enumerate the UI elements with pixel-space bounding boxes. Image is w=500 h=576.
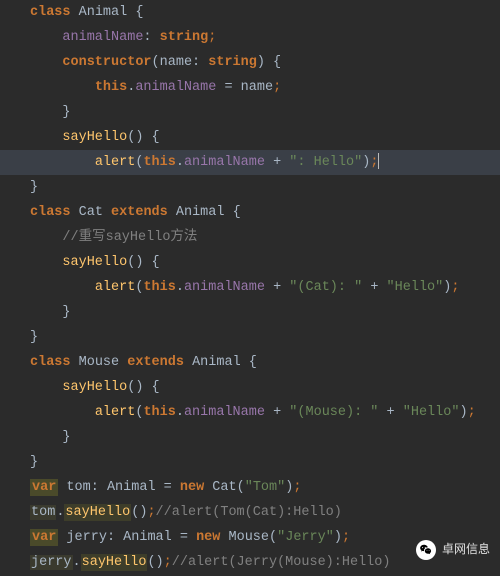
code-line: constructor(name: string) { (30, 50, 500, 75)
code-line: } (30, 100, 500, 125)
watermark-label: 卓网信息 (442, 537, 490, 562)
code-line-highlighted: alert(this.animalName + ": Hello"); (0, 150, 500, 175)
code-line: sayHello() { (30, 250, 500, 275)
class-name: Animal (79, 5, 128, 20)
code-line: animalName: string; (30, 25, 500, 50)
code-line: } (30, 175, 500, 200)
keyword-class: class (30, 5, 71, 20)
keyword-constructor: constructor (62, 55, 151, 70)
code-line: alert(this.animalName + "(Cat): " + "Hel… (30, 275, 500, 300)
keyword-this: this (95, 80, 127, 95)
code-line: sayHello() { (30, 125, 500, 150)
comment: //alert(Tom(Cat):Hello) (156, 505, 342, 520)
wechat-icon (416, 540, 436, 560)
code-line: } (30, 450, 500, 475)
code-line: class Cat extends Animal { (30, 200, 500, 225)
code-line: } (30, 425, 500, 450)
code-line: alert(this.animalName + "(Mouse): " + "H… (30, 400, 500, 425)
property: animalName (62, 30, 143, 45)
keyword-new: new (180, 480, 204, 495)
watermark: 卓网信息 (416, 537, 490, 562)
code-line: sayHello() { (30, 375, 500, 400)
code-line: class Animal { (30, 0, 500, 25)
fn-alert: alert (95, 155, 136, 170)
code-block: class Animal { animalName: string; const… (0, 0, 500, 575)
code-line: } (30, 325, 500, 350)
comment: //重写sayHello方法 (62, 230, 197, 245)
method-name: sayHello (62, 130, 127, 145)
type-string: string (160, 30, 209, 45)
code-line: var tom: Animal = new Cat("Tom"); (30, 475, 500, 500)
keyword-extends: extends (111, 205, 168, 220)
code-line: tom.sayHello();//alert(Tom(Cat):Hello) (30, 500, 500, 525)
code-line: this.animalName = name; (30, 75, 500, 100)
code-line: //重写sayHello方法 (30, 225, 500, 250)
code-line: } (30, 300, 500, 325)
code-line: class Mouse extends Animal { (30, 350, 500, 375)
comment: //alert(Jerry(Mouse):Hello) (172, 555, 391, 570)
text-cursor (378, 153, 379, 169)
keyword-var: var (32, 480, 56, 495)
